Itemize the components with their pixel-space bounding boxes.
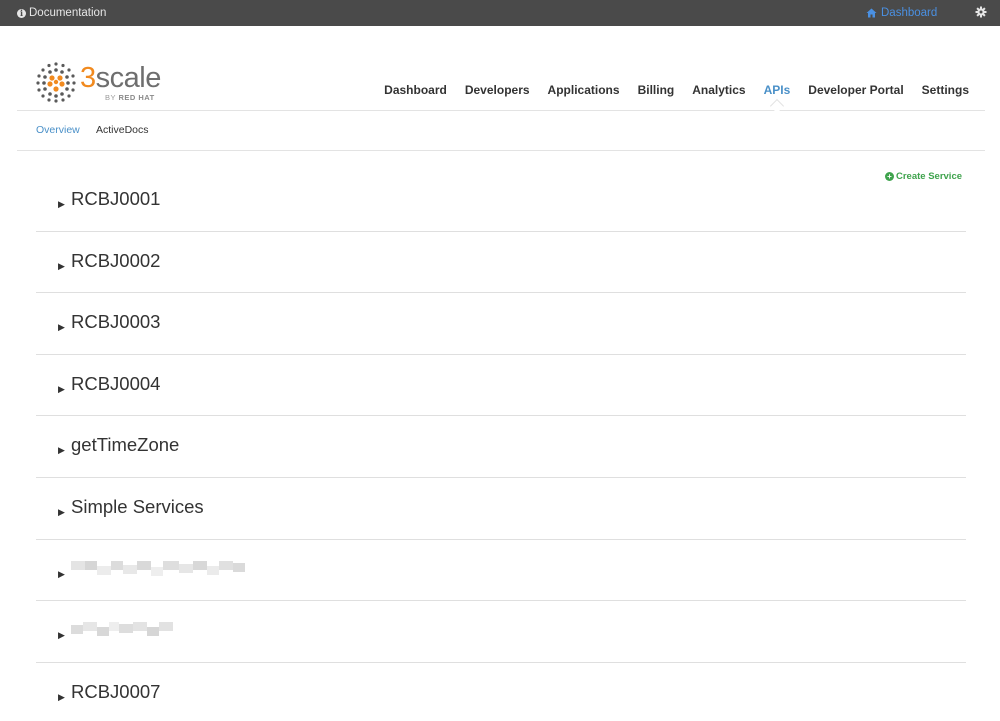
service-list: ▶ RCBJ0001 ▶ RCBJ0002 ▶ RCBJ0003 ▶ RCBJ0… bbox=[36, 170, 966, 721]
logo-byline: BY RED HAT bbox=[105, 93, 155, 102]
nav-apis-label: APIs bbox=[763, 83, 791, 97]
service-name: RCBJ0004 bbox=[71, 372, 161, 394]
logo-wordmark: 3scale bbox=[80, 62, 161, 94]
documentation-label: Documentation bbox=[29, 7, 107, 19]
dashboard-link[interactable]: Dashboard bbox=[866, 0, 937, 26]
nav-applications[interactable]: Applications bbox=[548, 83, 620, 103]
redacted-service-name bbox=[71, 622, 173, 640]
sub-nav: Overview ActiveDocs bbox=[17, 111, 985, 151]
expand-triangle-icon: ▶ bbox=[58, 630, 65, 641]
expand-triangle-icon: ▶ bbox=[58, 445, 65, 456]
service-name: RCBJ0001 bbox=[71, 188, 161, 209]
service-row[interactable]: ▶ RCBJ0002 bbox=[36, 232, 966, 294]
3scale-logo[interactable]: 3scale BY RED HAT bbox=[35, 61, 175, 103]
service-name: RCBJ0003 bbox=[71, 311, 161, 333]
service-name: RCBJ0002 bbox=[71, 249, 161, 271]
top-bar: i Documentation Dashboard bbox=[0, 0, 1000, 26]
service-row[interactable]: ▶ RCBJ0007 bbox=[36, 663, 966, 721]
main-nav: Dashboard Developers Applications Billin… bbox=[366, 83, 969, 114]
nav-dashboard[interactable]: Dashboard bbox=[384, 83, 447, 103]
gear-icon[interactable] bbox=[975, 6, 987, 18]
service-row[interactable]: ▶ bbox=[36, 601, 966, 663]
service-row[interactable]: ▶ RCBJ0004 bbox=[36, 355, 966, 417]
subnav-overview[interactable]: Overview bbox=[36, 124, 80, 136]
nav-developers[interactable]: Developers bbox=[465, 83, 530, 103]
service-name: getTimeZone bbox=[71, 434, 180, 456]
service-row[interactable]: ▶ Simple Services bbox=[36, 478, 966, 540]
info-icon: i bbox=[17, 8, 26, 18]
expand-triangle-icon: ▶ bbox=[58, 260, 65, 271]
logo-dots-icon bbox=[36, 62, 76, 103]
documentation-link[interactable]: i Documentation bbox=[17, 0, 106, 26]
expand-triangle-icon: ▶ bbox=[58, 568, 65, 579]
dashboard-label: Dashboard bbox=[881, 7, 938, 19]
redacted-service-name bbox=[71, 560, 245, 579]
expand-triangle-icon: ▶ bbox=[58, 199, 65, 209]
expand-triangle-icon: ▶ bbox=[58, 383, 65, 394]
service-name: Simple Services bbox=[71, 495, 204, 517]
nav-billing[interactable]: Billing bbox=[638, 83, 675, 103]
service-name: RCBJ0007 bbox=[71, 680, 161, 702]
service-row[interactable]: ▶ RCBJ0003 bbox=[36, 293, 966, 355]
main-header: 3scale BY RED HAT Dashboard Developers A… bbox=[17, 26, 985, 114]
nav-settings[interactable]: Settings bbox=[922, 83, 969, 103]
expand-triangle-icon: ▶ bbox=[58, 506, 65, 517]
expand-triangle-icon: ▶ bbox=[58, 322, 65, 333]
service-row[interactable]: ▶ bbox=[36, 540, 966, 602]
service-row[interactable]: ▶ RCBJ0001 bbox=[36, 170, 966, 232]
nav-apis[interactable]: APIs bbox=[763, 83, 791, 114]
nav-developer-portal[interactable]: Developer Portal bbox=[808, 83, 903, 103]
subnav-activedocs[interactable]: ActiveDocs bbox=[96, 124, 149, 136]
expand-triangle-icon: ▶ bbox=[58, 691, 65, 702]
home-icon bbox=[866, 8, 877, 18]
service-row[interactable]: ▶ getTimeZone bbox=[36, 416, 966, 478]
nav-analytics[interactable]: Analytics bbox=[692, 83, 745, 103]
